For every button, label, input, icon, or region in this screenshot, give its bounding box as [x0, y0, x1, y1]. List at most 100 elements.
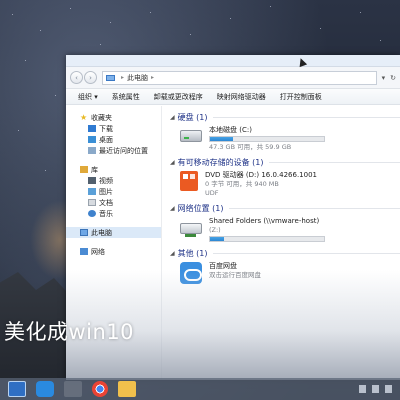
- group-divider: [268, 162, 400, 163]
- network-icon: [80, 248, 88, 255]
- sidebar-item-label: 收藏夹: [91, 113, 112, 122]
- recent-places-icon: [88, 147, 96, 154]
- uninstall-programs-button[interactable]: 卸载或更改程序: [154, 92, 203, 102]
- group-title: 网络位置 (1): [177, 204, 224, 213]
- favorites-group: ★ 收藏夹 下载 桌面 最近访问的位置: [66, 112, 161, 156]
- sidebar-item-label: 下载: [99, 124, 113, 133]
- office-dvd-icon: [180, 171, 198, 191]
- group-header-hard-disks[interactable]: ◢ 硬盘 (1): [170, 112, 400, 123]
- group-divider: [212, 117, 400, 118]
- drive-usage-bar: [209, 136, 325, 142]
- drive-name: DVD 驱动器 (D:) 16.0.4266.1001: [205, 171, 317, 179]
- library-folder-icon: [80, 166, 88, 173]
- system-tray: [359, 385, 400, 393]
- tray-icon[interactable]: [359, 385, 366, 393]
- computer-icon: [106, 74, 115, 81]
- tray-icon[interactable]: [372, 385, 379, 393]
- drive-details: Shared Folders (\\vmware-host) (Z:): [209, 217, 325, 243]
- network-drive-icon: [180, 223, 202, 237]
- back-arrow-icon[interactable]: ‹: [70, 71, 83, 84]
- group-header-other[interactable]: ◢ 其他 (1): [170, 248, 400, 259]
- window-titlebar[interactable]: [66, 55, 400, 67]
- sidebar-item-pictures[interactable]: 图片: [66, 186, 161, 197]
- sidebar-item-label: 库: [91, 165, 98, 174]
- drive-usage-fill: [210, 137, 233, 141]
- breadcrumb-separator-icon: ▸: [151, 74, 155, 81]
- this-pc-group: 此电脑: [66, 227, 161, 238]
- group-title: 硬盘 (1): [177, 113, 208, 122]
- group-title: 有可移动存储的设备 (1): [177, 158, 264, 167]
- sidebar-item-label: 最近访问的位置: [99, 146, 148, 155]
- system-properties-button[interactable]: 系统属性: [112, 92, 140, 102]
- group-header-removable[interactable]: ◢ 有可移动存储的设备 (1): [170, 157, 400, 168]
- map-network-drive-button[interactable]: 映射网络驱动器: [217, 92, 266, 102]
- drive-details: DVD 驱动器 (D:) 16.0.4266.1001 0 字节 可用，共 94…: [205, 171, 317, 198]
- sidebar-item-this-pc[interactable]: 此电脑: [66, 227, 161, 238]
- file-explorer-icon[interactable]: [118, 381, 136, 397]
- app-name: 百度网盘: [209, 262, 237, 270]
- picture-icon: [88, 188, 96, 195]
- open-control-panel-button[interactable]: 打开控制面板: [280, 92, 322, 102]
- drive-details: 本地磁盘 (C:) 47.3 GB 可用，共 59.9 GB: [209, 126, 325, 152]
- breadcrumb-this-pc[interactable]: 此电脑: [127, 73, 148, 83]
- sidebar-item-desktop[interactable]: 桌面: [66, 134, 161, 145]
- forward-arrow-icon[interactable]: ›: [84, 71, 97, 84]
- sidebar-item-label: 桌面: [99, 135, 113, 144]
- group-header-network-locations[interactable]: ◢ 网络位置 (1): [170, 203, 400, 214]
- sidebar-item-label: 音乐: [99, 209, 113, 218]
- collapse-caret-icon: ◢: [170, 114, 175, 121]
- taskbar: [0, 378, 400, 400]
- sidebar-item-recent[interactable]: 最近访问的位置: [66, 145, 161, 156]
- drive-usage-fill: [210, 237, 224, 241]
- video-icon: [88, 177, 96, 184]
- drive-tile-dvd[interactable]: DVD 驱动器 (D:) 16.0.4266.1001 0 字节 可用，共 94…: [180, 171, 400, 198]
- collapse-caret-icon: ◢: [170, 205, 175, 212]
- sidebar-item-documents[interactable]: 文档: [66, 197, 161, 208]
- chevron-down-icon[interactable]: ▾: [382, 74, 386, 82]
- collapse-caret-icon: ◢: [170, 250, 175, 257]
- computer-icon: [80, 229, 88, 236]
- network-group: 网络: [66, 246, 161, 257]
- address-bar-row: ‹ › ▸ 此电脑 ▸ ▾ ↻: [66, 67, 400, 89]
- chrome-icon[interactable]: [92, 381, 108, 397]
- drive-free-space: 47.3 GB 可用，共 59.9 GB: [209, 143, 292, 151]
- app-details: 百度网盘 双击运行百度网盘: [209, 262, 261, 284]
- address-field[interactable]: ▸ 此电脑 ▸: [102, 70, 377, 85]
- video-caption: 美化成win10: [4, 320, 135, 344]
- sidebar-item-music[interactable]: 音乐: [66, 208, 161, 219]
- download-folder-icon: [88, 125, 96, 132]
- address-tools: ▾ ↻: [382, 74, 396, 82]
- organize-menu[interactable]: 组织 ▾: [78, 92, 98, 102]
- sidebar-item-libraries[interactable]: 库: [66, 164, 161, 175]
- drive-tile-c[interactable]: 本地磁盘 (C:) 47.3 GB 可用，共 59.9 GB: [180, 126, 400, 152]
- sidebar-item-videos[interactable]: 视频: [66, 175, 161, 186]
- libraries-group: 库 视频 图片 文档 音乐: [66, 164, 161, 219]
- drive-free-space: 0 字节 可用，共 940 MB: [205, 180, 279, 188]
- sidebar-item-favorites[interactable]: ★ 收藏夹: [66, 112, 161, 123]
- content-pane: ◢ 硬盘 (1) 本地磁盘 (C:) 47.3 GB 可用，共 59.9 GB …: [162, 106, 400, 380]
- drive-tile-z[interactable]: Shared Folders (\\vmware-host) (Z:): [180, 217, 400, 243]
- drive-name: Shared Folders (\\vmware-host): [209, 217, 320, 225]
- start-button-icon[interactable]: [8, 381, 26, 397]
- hard-drive-icon: [180, 130, 202, 142]
- taskbar-app-icon[interactable]: [64, 381, 82, 397]
- sidebar-item-network[interactable]: 网络: [66, 246, 161, 257]
- sidebar-item-label: 视频: [99, 176, 113, 185]
- tray-icon[interactable]: [385, 385, 392, 393]
- desktop-folder-icon: [88, 136, 96, 143]
- drive-name: 本地磁盘 (C:): [209, 126, 252, 134]
- document-icon: [88, 199, 96, 206]
- baidu-cloud-taskbar-icon[interactable]: [36, 381, 54, 397]
- music-icon: [88, 210, 96, 217]
- command-bar: 组织 ▾ 系统属性 卸载或更改程序 映射网络驱动器 打开控制面板: [66, 89, 400, 105]
- sidebar-item-label: 网络: [91, 247, 105, 256]
- drive-filesystem: UDF: [205, 189, 219, 197]
- star-icon: ★: [80, 113, 88, 122]
- drive-usage-bar: [209, 236, 325, 242]
- sidebar-item-downloads[interactable]: 下载: [66, 123, 161, 134]
- refresh-icon[interactable]: ↻: [390, 74, 396, 82]
- baidu-cloud-icon: [180, 262, 202, 284]
- sidebar-item-label: 文档: [99, 198, 113, 207]
- app-tile-baidu[interactable]: 百度网盘 双击运行百度网盘: [180, 262, 400, 284]
- breadcrumb-separator-icon: ▸: [121, 74, 125, 81]
